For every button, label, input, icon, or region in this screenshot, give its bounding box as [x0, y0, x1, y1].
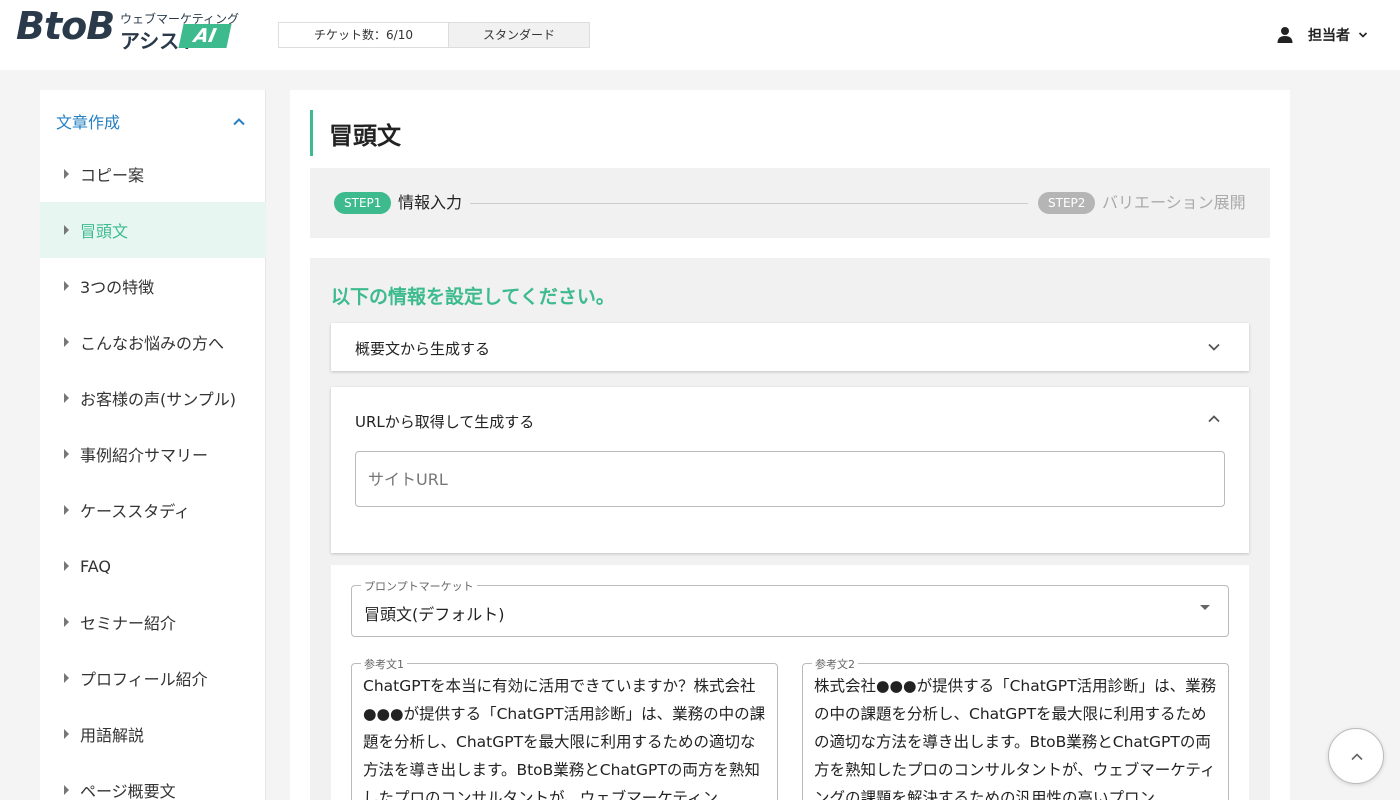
sidebar-item-pain-points[interactable]: こんなお悩みの方へ	[40, 314, 266, 370]
page-title-block: 冒頭文	[310, 110, 401, 156]
app-logo[interactable]: BtoB ウェブマーケティング アシスト AI	[16, 4, 239, 53]
sidebar-item-label: FAQ	[80, 556, 111, 576]
reference-text-2-label: 参考文2	[812, 656, 858, 672]
prompt-market-value: 冒頭文(デフォルト)	[364, 605, 505, 624]
accordion-label: 概要文から生成する	[355, 340, 491, 358]
caret-right-icon	[64, 393, 69, 403]
reference-text-1[interactable]: 参考文1 ChatGPTを本当に有効に活用できていますか？株式会社●●●が提供す…	[351, 656, 778, 800]
sidebar-item-label: お客様の声(サンプル)	[80, 390, 237, 409]
step-connector	[470, 203, 1028, 204]
reference-text-2[interactable]: 参考文2 株式会社●●●が提供する「ChatGPT活用診断」は、業務の中の課題を…	[802, 656, 1229, 800]
main-content: 冒頭文 STEP1 情報入力 STEP2 バリエーション展開 以下の情報を設定し…	[290, 90, 1290, 800]
caret-right-icon	[64, 281, 69, 291]
step2-label: バリエーション展開	[1102, 193, 1246, 212]
accordion-label: URLから取得して生成する	[355, 413, 535, 431]
step1-label: 情報入力	[398, 193, 463, 212]
chevron-up-icon	[1351, 753, 1363, 761]
step2-badge: STEP2	[1038, 192, 1096, 214]
reference-text-2-content: 株式会社●●●が提供する「ChatGPT活用診断」は、業務の中の課題を分析し、C…	[814, 677, 1217, 800]
sidebar-item-label: コピー案	[80, 166, 145, 185]
caret-right-icon	[64, 169, 69, 179]
reference-text-1-label: 参考文1	[361, 656, 407, 672]
sidebar-item-intro[interactable]: 冒頭文	[40, 202, 266, 258]
step-indicator: STEP1 情報入力 STEP2 バリエーション展開	[310, 168, 1270, 238]
chevron-down-icon	[1358, 32, 1368, 38]
ticket-count: チケット数：6/10	[279, 23, 449, 47]
sidebar-item-label: 用語解説	[80, 726, 145, 745]
caret-right-icon	[64, 729, 69, 739]
reference-text-1-content: ChatGPTを本当に有効に活用できていますか？株式会社●●●が提供する「Cha…	[363, 677, 766, 800]
caret-right-icon	[64, 561, 69, 571]
sidebar-item-features[interactable]: 3つの特徴	[40, 258, 266, 314]
step1-badge: STEP1	[334, 192, 392, 214]
sidebar-item-profile[interactable]: プロフィール紹介	[40, 650, 266, 706]
scroll-to-top-button[interactable]	[1328, 728, 1384, 784]
sidebar-item-label: セミナー紹介	[80, 614, 177, 633]
app-header: BtoB ウェブマーケティング アシスト AI チケット数：6/10 スタンダー…	[0, 0, 1400, 70]
caret-right-icon	[64, 505, 69, 515]
accordion-url-generate[interactable]: URLから取得して生成する	[331, 387, 1249, 553]
sidebar-item-case-study[interactable]: ケーススタディ	[40, 482, 266, 538]
sidebar-item-label: 冒頭文	[80, 222, 129, 241]
plan-badge: スタンダード	[449, 23, 589, 47]
caret-right-icon	[64, 449, 69, 459]
sidebar: 文章作成 コピー案 冒頭文 3つの特徴 こんなお悩みの方へ お客様の声(サンプル…	[40, 90, 266, 800]
user-name: 担当者	[1308, 28, 1350, 44]
prompt-market-label: プロンプトマーケット	[361, 578, 477, 594]
prompt-market-select[interactable]: プロンプトマーケット 冒頭文(デフォルト)	[351, 578, 1229, 637]
caret-right-icon	[64, 617, 69, 627]
sidebar-item-glossary[interactable]: 用語解説	[40, 706, 266, 762]
user-menu[interactable]: 担当者	[1276, 24, 1368, 46]
sidebar-section-label: 文章作成	[56, 113, 121, 132]
caret-right-icon	[64, 785, 69, 795]
caret-right-icon	[64, 337, 69, 347]
dropdown-caret-icon	[1200, 605, 1210, 610]
sidebar-item-case-summary[interactable]: 事例紹介サマリー	[40, 426, 266, 482]
sidebar-item-label: 事例紹介サマリー	[80, 446, 209, 465]
sidebar-item-seminar[interactable]: セミナー紹介	[40, 594, 266, 650]
accordion-summary-generate[interactable]: 概要文から生成する	[331, 323, 1249, 371]
sidebar-item-testimonials[interactable]: お客様の声(サンプル)	[40, 370, 266, 426]
chevron-down-icon	[1208, 343, 1220, 351]
sidebar-item-label: ケーススタディ	[80, 502, 191, 521]
user-icon	[1277, 27, 1293, 43]
caret-right-icon	[64, 225, 69, 235]
sidebar-item-label: ページ概要文	[80, 782, 176, 800]
ticket-status: チケット数：6/10 スタンダード	[278, 22, 590, 48]
sidebar-item-copy[interactable]: コピー案	[40, 146, 266, 202]
sidebar-item-label: 3つの特徴	[80, 278, 155, 297]
caret-right-icon	[64, 673, 69, 683]
sidebar-item-label: プロフィール紹介	[80, 670, 208, 689]
sidebar-item-page-summary[interactable]: ページ概要文	[40, 762, 266, 800]
page-title: 冒頭文	[329, 121, 401, 150]
sidebar-item-faq[interactable]: FAQ	[40, 538, 266, 594]
logo-main-text: BtoB	[16, 4, 115, 48]
chevron-up-icon	[1208, 415, 1220, 423]
sidebar-item-label: こんなお悩みの方へ	[80, 334, 225, 353]
site-url-input[interactable]	[355, 451, 1225, 507]
prompt-panel: プロンプトマーケット 冒頭文(デフォルト) 参考文1 ChatGPTを本当に有効…	[331, 565, 1249, 800]
logo-ai-badge: AI	[178, 24, 232, 48]
input-form: 以下の情報を設定してください。 概要文から生成する URLから取得して生成する …	[310, 258, 1270, 800]
chevron-up-icon	[233, 118, 245, 126]
form-heading: 以下の情報を設定してください。	[331, 286, 615, 308]
sidebar-section-writing[interactable]: 文章作成	[40, 90, 266, 152]
